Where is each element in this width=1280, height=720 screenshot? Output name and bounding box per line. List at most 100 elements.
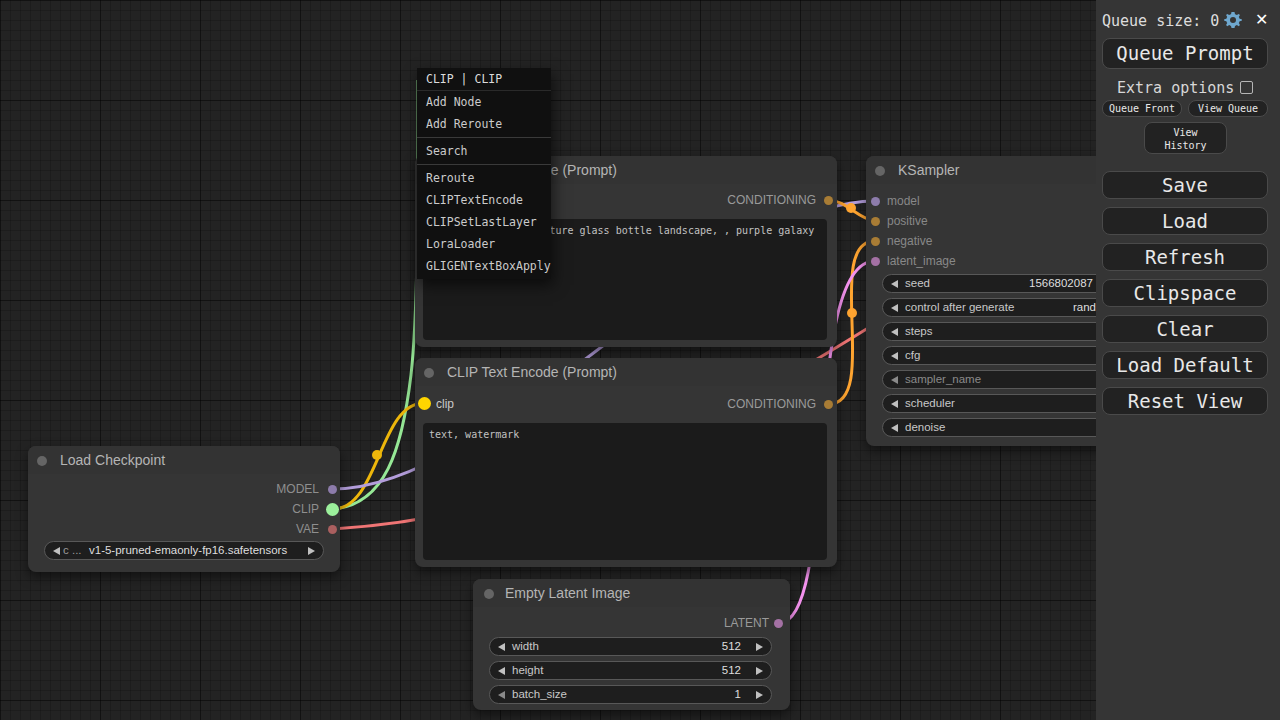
view-history-button[interactable]: ViewHistory: [1144, 122, 1227, 154]
node-title: CLIP Text Encode (Prompt): [447, 358, 617, 386]
widget-value: 1: [735, 688, 741, 700]
node-empty-latent-image[interactable]: Empty Latent Image LATENT width 512 heig…: [473, 579, 790, 710]
node-title: Empty Latent Image: [505, 579, 630, 607]
denoise-widget[interactable]: denoise: [882, 418, 1096, 437]
reset-view-button[interactable]: Reset View: [1102, 387, 1268, 415]
settings-gear-icon[interactable]: [1223, 10, 1243, 34]
increment-arrow-icon[interactable]: [756, 643, 763, 651]
node-title-bar[interactable]: CLIP Text Encode (Prompt): [415, 358, 837, 386]
node-status-dot: [37, 456, 47, 466]
menu-item-gligentextboxapply[interactable]: GLIGENTextBoxApply: [417, 255, 551, 277]
clip-output-label: CLIP: [292, 502, 319, 516]
node-title-bar[interactable]: Empty Latent Image: [473, 579, 790, 607]
menu-item-add-node[interactable]: Add Node: [417, 91, 551, 113]
height-widget[interactable]: height 512: [489, 661, 772, 680]
decrement-arrow-icon[interactable]: [891, 328, 898, 336]
widget-label: width: [512, 640, 539, 652]
conditioning-output-label: CONDITIONING: [727, 193, 816, 207]
decrement-arrow-icon[interactable]: [891, 400, 898, 408]
latent-output-dot[interactable]: [774, 619, 783, 628]
widget-value: randomize: [1073, 301, 1096, 313]
negative-input-dot[interactable]: [871, 237, 880, 246]
seed-widget[interactable]: seed 1566802087: [882, 274, 1096, 293]
decrement-arrow-icon[interactable]: [891, 424, 898, 432]
queue-size-label: Queue size: 0: [1102, 12, 1219, 30]
cfg-widget[interactable]: cfg: [882, 346, 1096, 365]
menu-item-clipsetlastlayer[interactable]: CLIPSetLastLayer: [417, 211, 551, 233]
widget-label: sampler_name: [905, 373, 981, 385]
clip-input-label: clip: [436, 397, 454, 411]
node-canvas[interactable]: CLIP Text Encode (Prompt) clip CONDITION…: [0, 0, 1096, 720]
increment-arrow-icon[interactable]: [308, 547, 315, 555]
widget-value: 512: [722, 640, 741, 652]
widget-label: denoise: [905, 421, 945, 433]
node-ksampler[interactable]: KSampler model positive negative latent_…: [866, 156, 1096, 446]
node-title-bar[interactable]: KSampler: [866, 156, 1096, 184]
node-clip-text-encode-2[interactable]: CLIP Text Encode (Prompt) clip CONDITION…: [415, 358, 837, 567]
menu-separator: [417, 137, 551, 138]
control-after-generate-widget[interactable]: control after generate randomize: [882, 298, 1096, 317]
model-input-label: model: [887, 194, 920, 208]
increment-arrow-icon[interactable]: [756, 691, 763, 699]
batch-size-widget[interactable]: batch_size 1: [489, 685, 772, 704]
clipspace-button[interactable]: Clipspace: [1102, 279, 1268, 307]
decrement-arrow-icon[interactable]: [891, 352, 898, 360]
refresh-button[interactable]: Refresh: [1102, 243, 1268, 271]
clip-output-dot[interactable]: [326, 503, 339, 516]
node-title: KSampler: [898, 156, 959, 184]
vae-output-label: VAE: [296, 522, 319, 536]
steps-widget[interactable]: steps: [882, 322, 1096, 341]
clear-button[interactable]: Clear: [1102, 315, 1268, 343]
decrement-arrow-icon[interactable]: [891, 280, 898, 288]
latent-output-label: LATENT: [724, 616, 769, 630]
load-default-button[interactable]: Load Default: [1102, 351, 1268, 379]
view-queue-button[interactable]: View Queue: [1188, 100, 1268, 117]
context-menu[interactable]: CLIP | CLIP Add Node Add Reroute Search …: [417, 68, 551, 279]
model-output-dot[interactable]: [328, 485, 337, 494]
vae-output-dot[interactable]: [328, 525, 337, 534]
close-icon[interactable]: ✕: [1255, 10, 1268, 29]
width-widget[interactable]: width 512: [489, 637, 772, 656]
load-button[interactable]: Load: [1102, 207, 1268, 235]
menu-item-cliptextencode[interactable]: CLIPTextEncode: [417, 189, 551, 211]
decrement-arrow-icon[interactable]: [498, 667, 505, 675]
context-menu-title: CLIP | CLIP: [417, 68, 551, 91]
comfy-menu-panel: Queue size: 0 ✕ Queue Prompt Extra optio…: [1096, 0, 1280, 720]
widget-value: 512: [722, 664, 741, 676]
decrement-arrow-icon[interactable]: [498, 643, 505, 651]
decrement-arrow-icon[interactable]: [891, 304, 898, 312]
decrement-arrow-icon[interactable]: [53, 547, 60, 555]
increment-arrow-icon[interactable]: [756, 667, 763, 675]
widget-value: 1566802087: [1029, 277, 1093, 289]
menu-item-add-reroute[interactable]: Add Reroute: [417, 113, 551, 135]
widget-label: batch_size: [512, 688, 567, 700]
positive-input-label: positive: [887, 214, 928, 228]
node-load-checkpoint[interactable]: Load Checkpoint MODEL CLIP VAE c ... v1-…: [28, 446, 340, 572]
node-status-dot: [484, 589, 494, 599]
prompt-textarea[interactable]: text, watermark: [423, 423, 827, 560]
widget-label: cfg: [905, 349, 920, 361]
menu-item-search[interactable]: Search: [417, 140, 551, 162]
conditioning-output-dot[interactable]: [824, 400, 833, 409]
sampler-name-widget[interactable]: sampler_name: [882, 370, 1096, 389]
widget-label: scheduler: [905, 397, 955, 409]
menu-item-reroute[interactable]: Reroute: [417, 167, 551, 189]
node-title: Load Checkpoint: [60, 446, 165, 474]
save-button[interactable]: Save: [1102, 171, 1268, 199]
latent-image-input-dot[interactable]: [871, 257, 880, 266]
decrement-arrow-icon[interactable]: [891, 376, 898, 384]
conditioning-output-dot[interactable]: [824, 196, 833, 205]
scheduler-widget[interactable]: scheduler: [882, 394, 1096, 413]
decrement-arrow-icon[interactable]: [498, 691, 505, 699]
node-title-bar[interactable]: Load Checkpoint: [28, 446, 340, 474]
wire-dot-conditioning-neg: [847, 308, 857, 318]
conditioning-output-label: CONDITIONING: [727, 397, 816, 411]
clip-input-dot[interactable]: [418, 397, 431, 410]
model-input-dot[interactable]: [871, 197, 880, 206]
positive-input-dot[interactable]: [871, 217, 880, 226]
queue-prompt-button[interactable]: Queue Prompt: [1102, 38, 1268, 69]
ckpt-name-widget[interactable]: c ... v1-5-pruned-emaonly-fp16.safetenso…: [44, 541, 324, 560]
extra-options-checkbox[interactable]: [1240, 81, 1253, 94]
menu-item-loraloader[interactable]: LoraLoader: [417, 233, 551, 255]
queue-front-button[interactable]: Queue Front: [1102, 100, 1182, 117]
